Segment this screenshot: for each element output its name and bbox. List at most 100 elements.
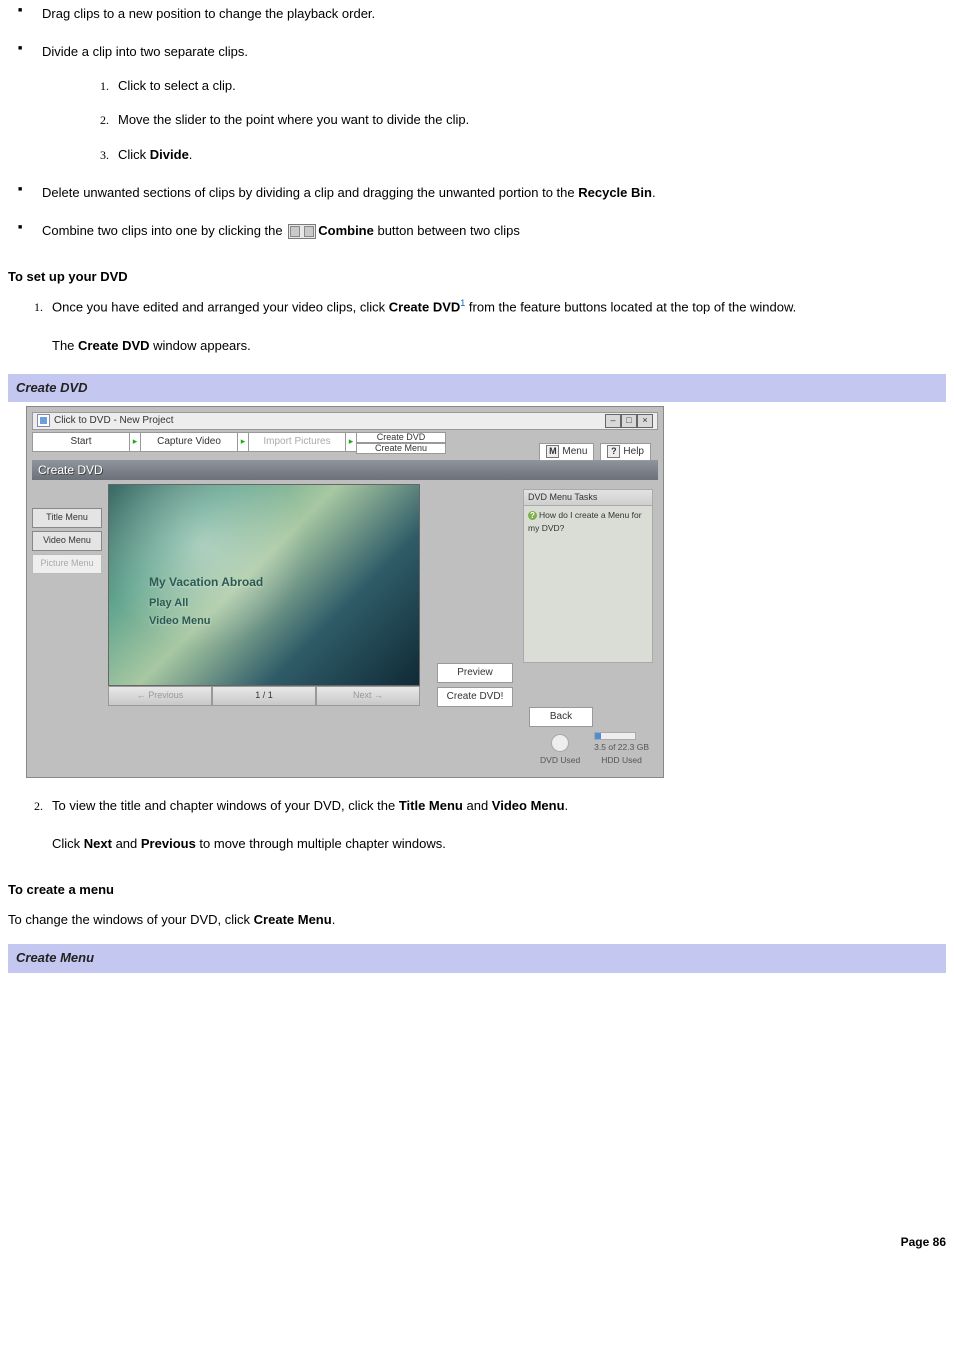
text: . bbox=[332, 912, 336, 927]
bullet-list: Drag clips to a new position to change t… bbox=[8, 4, 946, 241]
section-heading: To set up your DVD bbox=[8, 267, 946, 287]
text: and bbox=[112, 836, 141, 851]
pager: ← Previous 1 / 1 Next → bbox=[108, 686, 420, 706]
setup-steps: Once you have edited and arranged your v… bbox=[8, 297, 946, 356]
text: Click bbox=[118, 147, 150, 162]
text: The bbox=[52, 338, 78, 353]
text: button between two clips bbox=[374, 223, 520, 238]
text-bold: Recycle Bin bbox=[578, 185, 652, 200]
list-item: Once you have edited and arranged your v… bbox=[46, 297, 946, 356]
list-item: To view the title and chapter windows of… bbox=[46, 796, 946, 854]
text: Once you have edited and arranged your v… bbox=[52, 299, 389, 314]
text: and bbox=[463, 798, 492, 813]
section-heading: To create a menu bbox=[8, 880, 946, 900]
window-titlebar: Click to DVD - New Project bbox=[32, 412, 658, 430]
list-item: Click Divide. bbox=[112, 145, 946, 165]
task-link[interactable]: How do I create a Menu for my DVD? bbox=[528, 510, 642, 533]
text-bold: Create DVD bbox=[78, 338, 150, 353]
text: Delete unwanted sections of clips by div… bbox=[42, 185, 578, 200]
text: . bbox=[652, 185, 656, 200]
crumb-capture[interactable]: Capture Video bbox=[140, 432, 238, 452]
screenshot-create-dvd: Click to DVD - New Project – □ × Start ▸… bbox=[26, 406, 664, 778]
menu-icon: M bbox=[546, 445, 559, 458]
section-banner: Create DVD bbox=[32, 460, 658, 480]
previous-button[interactable]: ← Previous bbox=[108, 686, 212, 706]
text: Move the slider to the point where you w… bbox=[118, 112, 469, 127]
paragraph: To change the windows of your DVD, click… bbox=[8, 910, 946, 930]
picture-menu-tab: Picture Menu bbox=[32, 554, 102, 574]
crumb-start[interactable]: Start bbox=[32, 432, 130, 452]
disc-icon bbox=[551, 734, 569, 752]
list-item: Move the slider to the point where you w… bbox=[112, 110, 946, 130]
minimize-button[interactable]: – bbox=[605, 414, 621, 428]
overlay-title: My Vacation Abroad bbox=[149, 573, 263, 592]
setup-steps-cont: To view the title and chapter windows of… bbox=[8, 796, 946, 854]
back-button[interactable]: Back bbox=[529, 707, 593, 727]
text: to move through multiple chapter windows… bbox=[196, 836, 446, 851]
hdd-used-meter: 3.5 of 22.3 GB HDD Used bbox=[594, 732, 649, 767]
help-button[interactable]: ?Help bbox=[600, 443, 651, 461]
close-button[interactable]: × bbox=[637, 414, 653, 428]
combine-icon bbox=[288, 224, 316, 239]
crumb-import: Import Pictures bbox=[248, 432, 346, 452]
maximize-button[interactable]: □ bbox=[621, 414, 637, 428]
label: DVD Used bbox=[540, 754, 580, 767]
label: Help bbox=[623, 444, 644, 460]
title-menu-tab[interactable]: Title Menu bbox=[32, 508, 102, 528]
preview-pane: My Vacation Abroad Play All Video Menu ←… bbox=[108, 484, 420, 742]
crumb-create-dvd[interactable]: Create DVD bbox=[356, 432, 446, 443]
task-pane-header: DVD Menu Tasks bbox=[523, 489, 653, 506]
text: . bbox=[189, 147, 193, 162]
text: Drag clips to a new position to change t… bbox=[42, 6, 375, 21]
text-bold: Create Menu bbox=[254, 912, 332, 927]
text-bold: Video Menu bbox=[492, 798, 565, 813]
text: Divide a clip into two separate clips. bbox=[42, 44, 248, 59]
text: from the feature buttons located at the … bbox=[465, 299, 796, 314]
text: Combine two clips into one by clicking t… bbox=[42, 223, 286, 238]
left-tabs: Title Menu Video Menu Picture Menu bbox=[32, 484, 102, 742]
text: To view the title and chapter windows of… bbox=[52, 798, 399, 813]
bar-icon bbox=[594, 732, 636, 740]
preview-image: My Vacation Abroad Play All Video Menu bbox=[108, 484, 420, 686]
text-bold: Previous bbox=[141, 836, 196, 851]
screenshot-caption: Create DVD bbox=[8, 374, 946, 402]
text-bold: Create DVD bbox=[389, 299, 461, 314]
page-indicator: 1 / 1 bbox=[212, 686, 316, 706]
menu-button[interactable]: MMenu bbox=[539, 443, 594, 461]
question-icon: ? bbox=[528, 511, 537, 520]
task-pane: DVD Menu Tasks ?How do I create a Menu f… bbox=[523, 489, 653, 663]
help-icon: ? bbox=[607, 445, 620, 458]
task-pane-body: ?How do I create a Menu for my DVD? bbox=[523, 506, 653, 663]
text-bold: Divide bbox=[150, 147, 189, 162]
overlay-playall[interactable]: Play All bbox=[149, 595, 188, 612]
video-menu-tab[interactable]: Video Menu bbox=[32, 531, 102, 551]
app-icon bbox=[37, 414, 50, 427]
text: Click to select a clip. bbox=[118, 78, 236, 93]
text: Click bbox=[52, 836, 84, 851]
text: . bbox=[565, 798, 569, 813]
page-number: Page 86 bbox=[8, 1233, 946, 1252]
list-item: Combine two clips into one by clicking t… bbox=[8, 221, 946, 241]
crumb-create-menu[interactable]: Create Menu bbox=[356, 443, 446, 454]
usage-meters: DVD Used 3.5 of 22.3 GB HDD Used bbox=[540, 732, 649, 767]
substeps: Click to select a clip. Move the slider … bbox=[42, 76, 946, 164]
preview-button[interactable]: Preview bbox=[437, 663, 513, 683]
list-item: Drag clips to a new position to change t… bbox=[8, 4, 946, 24]
screenshot-caption: Create Menu bbox=[8, 944, 946, 972]
next-button[interactable]: Next → bbox=[316, 686, 420, 706]
window-controls: – □ × bbox=[605, 414, 653, 428]
label: HDD Used bbox=[594, 754, 649, 767]
text: window appears. bbox=[150, 338, 251, 353]
label: Menu bbox=[562, 444, 587, 460]
list-item: Divide a clip into two separate clips. C… bbox=[8, 42, 946, 165]
create-dvd-button[interactable]: Create DVD! bbox=[437, 687, 513, 707]
list-item: Delete unwanted sections of clips by div… bbox=[8, 183, 946, 203]
text: To change the windows of your DVD, click bbox=[8, 912, 254, 927]
crumb-create-stack[interactable]: Create DVD Create Menu bbox=[356, 432, 446, 454]
text-bold: Combine bbox=[318, 223, 374, 238]
dvd-used-meter: DVD Used bbox=[540, 734, 580, 767]
value: 3.5 of 22.3 GB bbox=[594, 741, 649, 754]
overlay-videomenu[interactable]: Video Menu bbox=[149, 613, 211, 630]
window-title: Click to DVD - New Project bbox=[54, 413, 173, 429]
list-item: Click to select a clip. bbox=[112, 76, 946, 96]
